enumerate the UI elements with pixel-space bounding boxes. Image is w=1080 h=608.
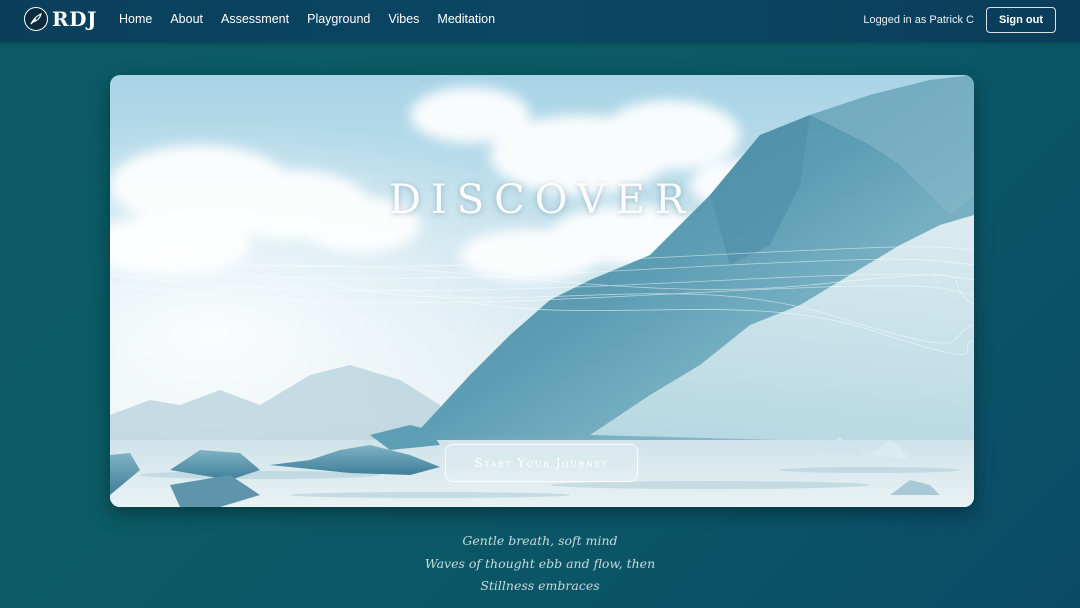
- brand-name: RDJ: [52, 7, 97, 31]
- nav-links: Home About Assessment Playground Vibes M…: [119, 0, 513, 38]
- navbar: RDJ Home About Assessment Playground Vib…: [0, 0, 1080, 42]
- haiku-line-3: Stillness embraces: [480, 578, 600, 593]
- nav-about[interactable]: About: [170, 12, 203, 26]
- nav-assessment[interactable]: Assessment: [221, 12, 289, 26]
- user-area: Logged in as Patrick C Sign out: [863, 7, 1056, 33]
- feather-logo-icon: [24, 7, 48, 31]
- haiku-line-2: Waves of thought ebb and flow, then: [424, 555, 656, 571]
- nav-home[interactable]: Home: [119, 12, 152, 26]
- brand-logo[interactable]: RDJ: [24, 7, 97, 31]
- haiku-line-1: Gentle breath, soft mind: [462, 533, 618, 548]
- hero-landscape-image: [110, 75, 974, 507]
- hero-card: DISCOVER: [110, 75, 974, 507]
- nav-vibes[interactable]: Vibes: [388, 12, 419, 26]
- logged-in-status: Logged in as Patrick C: [863, 14, 974, 26]
- nav-meditation[interactable]: Meditation: [437, 12, 495, 26]
- start-journey-button[interactable]: Start Your Journey: [445, 444, 638, 482]
- nav-playground[interactable]: Playground: [307, 12, 370, 26]
- hero-title: DISCOVER: [388, 177, 696, 223]
- haiku: Gentle breath, soft mind Waves of though…: [0, 530, 1080, 598]
- sign-out-button[interactable]: Sign out: [986, 7, 1056, 33]
